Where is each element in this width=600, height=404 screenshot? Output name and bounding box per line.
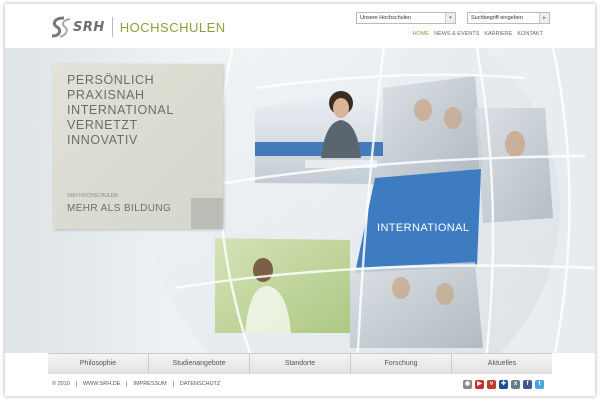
claim-box: PERSÖNLICH PRAXISNAH INTERNATIONAL VERNE… [53,64,223,229]
international-label[interactable]: INTERNATIONAL [377,222,469,234]
footer-link-srh[interactable]: WWW.SRH.DE [75,381,127,387]
footer-link-impressum[interactable]: IMPRESSUM [126,381,172,387]
group-photo-top [383,76,483,184]
site-footer: © 2010 WWW.SRH.DE IMPRESSUM DATENSCHUTZ … [5,374,595,396]
browser-page: SRH HOCHSCHULEN Unsere Hochschulen ▾ Suc… [5,4,595,396]
person-face [444,107,462,129]
uk-flag-icon[interactable]: ✚ [499,380,508,389]
srh-logo-mark-icon [51,16,71,38]
hochschulen-select[interactable]: Unsere Hochschulen ▾ [356,12,456,24]
hero-banner: PERSÖNLICH PRAXISNAH INTERNATIONAL VERNE… [5,48,595,353]
footer-links: © 2010 WWW.SRH.DE IMPRESSUM DATENSCHUTZ [52,381,226,387]
tab-studienangebote[interactable]: Studienangebote [149,354,250,374]
chevron-down-icon[interactable]: ▾ [445,13,455,23]
youtube-icon[interactable]: ▶ [475,380,484,389]
claim-item: INTERNATIONAL [67,103,174,117]
logo-srh-text: SRH [73,19,105,35]
site-header: SRH HOCHSCHULEN Unsere Hochschulen ▾ Suc… [5,4,595,48]
footer-link-datenschutz[interactable]: DATENSCHUTZ [172,381,227,387]
xing-icon[interactable]: x [511,380,520,389]
photo-blue-stripe [255,142,383,156]
nav-kontakt[interactable]: KONTAKT [517,31,543,37]
nav-news-events[interactable]: NEWS & EVENTS [434,31,479,37]
tab-philosophie[interactable]: Philosophie [48,354,149,374]
tab-forschung[interactable]: Forschung [351,354,452,374]
claim-kicker: SRH HOCHSCHULEN [67,193,118,199]
social-icons: ◉ ▶ v ✚ x f t [463,380,544,389]
nav-karriere[interactable]: KARRIERE [484,31,512,37]
claim-item: VERNETZT [67,118,138,132]
claims-list: PERSÖNLICH PRAXISNAH INTERNATIONAL VERNE… [67,73,174,148]
claim-slogan: MEHR ALS BILDUNG [67,203,172,214]
international-tile[interactable] [355,169,481,273]
search-go-icon[interactable]: ▸ [539,13,549,23]
group-photo-bottom [350,262,483,348]
footer-copyright: © 2010 [52,381,70,387]
search-input[interactable]: Suchbegriff eingeben ▸ [467,12,550,24]
nav-home[interactable]: HOME [413,31,430,37]
student-face [333,98,349,118]
person-face [436,283,454,305]
chrome-icon[interactable]: ◉ [463,380,472,389]
facebook-icon[interactable]: f [523,380,532,389]
claim-item: INNOVATIV [67,133,138,147]
person-face [505,131,525,157]
person-face [414,99,432,121]
srh-logo[interactable]: SRH HOCHSCHULEN [50,16,226,38]
section-tabs: Philosophie Studienangebote Standorte Fo… [48,353,552,375]
tab-aktuelles[interactable]: Aktuelles [452,354,552,374]
claim-item: PRAXISNAH [67,88,145,102]
top-navigation: HOME NEWS & EVENTS KARRIERE KONTAKT [413,31,543,37]
logo-divider [111,17,113,37]
hochschulen-select-value: Unsere Hochschulen [360,15,412,21]
logo-hochschulen-text: HOCHSCHULEN [119,19,226,35]
claim-box-corner [191,198,223,229]
claim-item: PERSÖNLICH [67,73,155,87]
person-face [392,277,410,299]
twitter-icon[interactable]: t [535,380,544,389]
search-placeholder: Suchbegriff eingeben [471,15,523,21]
tab-standorte[interactable]: Standorte [250,354,351,374]
studivz-icon[interactable]: v [487,380,496,389]
